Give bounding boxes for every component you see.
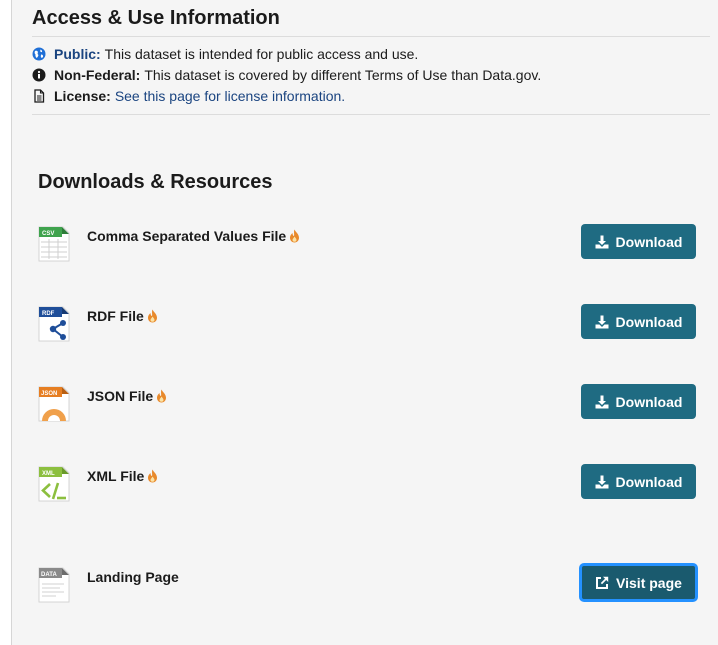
resource-title-text: Landing Page (87, 569, 179, 585)
access-use-heading: Access & Use Information (32, 7, 280, 29)
visit-page-button[interactable]: Visit page (579, 563, 698, 602)
download-icon (595, 315, 609, 328)
resource-item-landing-page: DATA Landing Page Visit page (12, 563, 718, 607)
public-text: This dataset is intended for public acce… (104, 46, 419, 62)
resource-title[interactable]: RDF File (87, 308, 158, 324)
access-panel: Access & Use Information Public: This da… (11, 0, 718, 645)
download-button[interactable]: Download (581, 224, 696, 259)
svg-text:JSON: JSON (41, 391, 57, 397)
resource-title[interactable]: Comma Separated Values File (87, 228, 300, 244)
info-icon (32, 68, 46, 82)
data-file-icon: DATA (38, 567, 70, 603)
svg-text:XML: XML (42, 471, 55, 477)
download-button[interactable]: Download (581, 464, 696, 499)
resource-item-csv: CSV Comma Separated Values File Download (12, 224, 718, 266)
download-icon (595, 395, 609, 408)
visit-page-button-label: Visit page (616, 574, 682, 591)
download-button-label: Download (615, 233, 683, 250)
flame-icon (147, 309, 157, 323)
public-label: Public: (54, 46, 101, 62)
resource-title-text: JSON File (87, 388, 154, 404)
divider (32, 36, 710, 37)
resource-title[interactable]: XML File (87, 468, 158, 484)
xml-file-icon: XML (38, 466, 70, 502)
download-button-label: Download (615, 473, 683, 490)
csv-file-icon: CSV (38, 226, 70, 262)
license-link[interactable]: See this page for license information. (115, 88, 345, 104)
resource-item-xml: XML XML File Download (12, 464, 718, 506)
flame-icon (148, 469, 158, 483)
downloads-heading: Downloads & Resources (38, 171, 273, 193)
flame-icon (290, 229, 300, 243)
non-federal-label: Non-Federal: (54, 67, 141, 83)
non-federal-text: This dataset is covered by different Ter… (144, 67, 542, 83)
resource-title[interactable]: Landing Page (87, 569, 179, 585)
globe-icon (32, 47, 46, 61)
document-icon (34, 89, 45, 103)
svg-text:RDF: RDF (42, 311, 55, 317)
download-button-label: Download (615, 393, 683, 410)
download-icon (595, 475, 609, 488)
download-icon (595, 235, 609, 248)
public-info: Public: This dataset is intended for pub… (32, 45, 418, 63)
external-link-icon (596, 576, 609, 589)
rdf-file-icon: RDF (38, 306, 70, 342)
resource-title-text: RDF File (87, 308, 144, 324)
download-button-label: Download (615, 313, 683, 330)
download-button[interactable]: Download (581, 384, 696, 419)
license-info: License: See this page for license infor… (32, 87, 345, 105)
license-label: License: (54, 88, 111, 104)
resource-item-rdf: RDF RDF File Download (12, 304, 718, 346)
flame-icon (157, 389, 167, 403)
resource-item-json: JSON JSON File Download (12, 384, 718, 426)
non-federal-info: Non-Federal: This dataset is covered by … (32, 66, 541, 84)
resource-title[interactable]: JSON File (87, 388, 167, 404)
svg-text:DATA: DATA (41, 572, 57, 578)
resource-title-text: XML File (87, 468, 145, 484)
download-button[interactable]: Download (581, 304, 696, 339)
json-file-icon: JSON (38, 386, 70, 422)
resource-title-text: Comma Separated Values File (87, 228, 287, 244)
svg-text:CSV: CSV (42, 231, 54, 237)
divider (32, 114, 710, 115)
